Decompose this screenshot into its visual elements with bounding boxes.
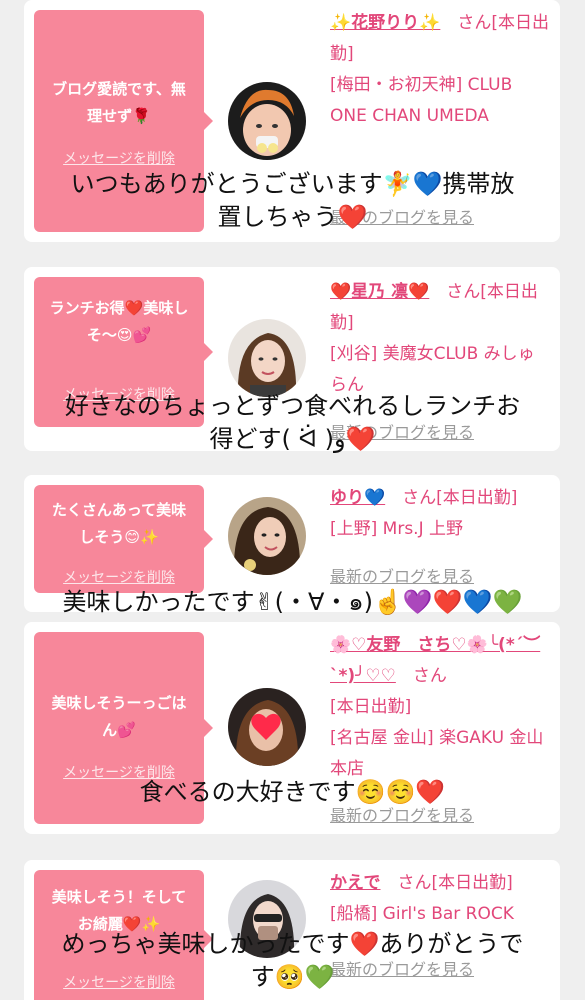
cast-info: 🌸♡友野 さち♡🌸╰(*´︶`*)╯♡♡ さん [本日出勤] [名古屋 金山] … xyxy=(330,630,550,825)
reply-caption: 美味しかったです✌︎(・∀・๑)☝️💜❤️💙💚 xyxy=(62,588,523,616)
work-status: [本日出勤] xyxy=(431,873,513,893)
message-bubble: たくさんあって美味しそう😊✨ メッセージを削除 xyxy=(34,485,213,593)
cast-info: ゆり💙 さん[本日出勤] [上野] Mrs.J 上野 最新のブログを見る xyxy=(330,483,550,586)
avatar[interactable] xyxy=(228,319,306,397)
honorific: さん xyxy=(457,13,492,33)
reply-caption: いつもありがとうございます🧚💙携帯放 置しちゃう❤️ xyxy=(70,170,515,231)
avatar[interactable] xyxy=(228,82,306,160)
message-text: ブログ愛読です、無理せず🌹 xyxy=(52,80,186,125)
message-text: ランチお得❤️美味しそ〜😍💕 xyxy=(49,299,189,344)
avatar[interactable] xyxy=(228,497,306,575)
cast-name-link[interactable]: ❤️星乃 凛❤️ xyxy=(330,282,429,302)
shop-name: [上野] Mrs.J 上野 xyxy=(330,519,464,539)
avatar[interactable] xyxy=(228,688,306,766)
cast-name-link[interactable]: ゆり💙 xyxy=(330,488,385,508)
cast-name-link[interactable]: かえで xyxy=(330,873,381,893)
honorific: さん xyxy=(446,282,481,302)
cast-name-link[interactable]: ✨花野りり✨ xyxy=(330,13,440,33)
cast-info: かえで さん[本日出勤] [船橋] Girl's Bar ROCK 最新のブログ… xyxy=(330,868,550,979)
reply-caption: 食べるの大好きです☺️☺️❤️ xyxy=(139,778,446,806)
cast-info: ✨花野りり✨ さん[本日出勤] [梅田・お初天神] CLUB ONE CHAN … xyxy=(330,8,550,227)
work-status: [本日出勤] xyxy=(436,488,518,508)
honorific: さん xyxy=(412,666,447,686)
shop-name: [梅田・お初天神] CLUB ONE CHAN UMEDA xyxy=(330,75,513,126)
cast-info: ❤️星乃 凛❤️ さん[本日出勤] [刈谷] 美魔女CLUB みしゅらん 最新の… xyxy=(330,277,550,442)
reply-caption: 好きなのちょっとずつ食べれるしランチお 得どす( ᐛ )و❤️ xyxy=(64,392,521,453)
shop-name: [船橋] Girl's Bar ROCK xyxy=(330,904,514,924)
message-text: たくさんあって美味しそう😊✨ xyxy=(51,501,187,546)
reply-caption: めっちゃ美味しかったです❤️ありがとうで す🥺💚 xyxy=(61,930,524,991)
honorific: さん xyxy=(397,873,432,893)
honorific: さん xyxy=(402,488,437,508)
message-text: 美味しそうーっごはん💕 xyxy=(51,694,187,739)
work-status: [本日出勤] xyxy=(330,697,412,717)
latest-blog-link[interactable]: 最新のブログを見る xyxy=(330,567,474,586)
